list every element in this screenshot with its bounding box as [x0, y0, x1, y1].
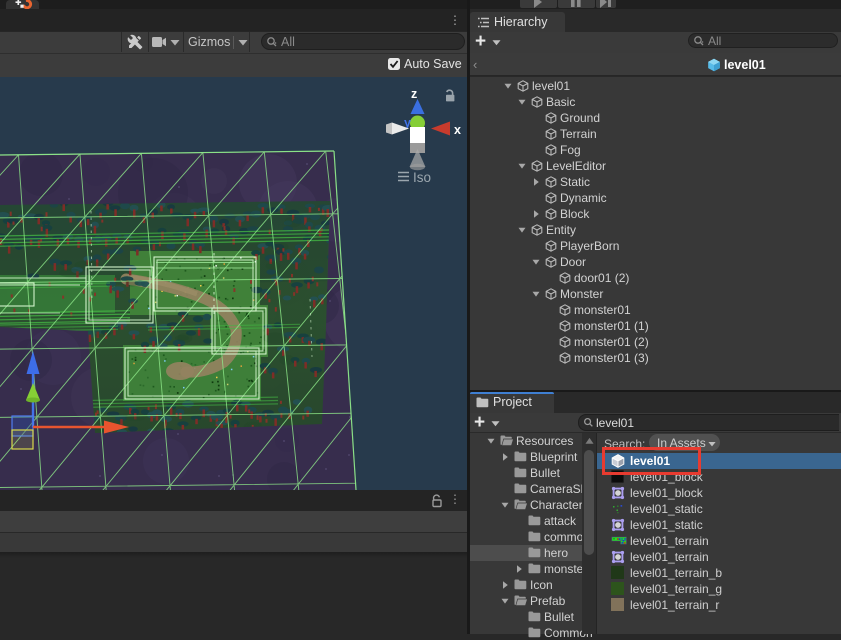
- svg-text:Iso: Iso: [413, 170, 431, 185]
- svg-text:x: x: [454, 123, 461, 137]
- svg-text:z: z: [411, 87, 417, 101]
